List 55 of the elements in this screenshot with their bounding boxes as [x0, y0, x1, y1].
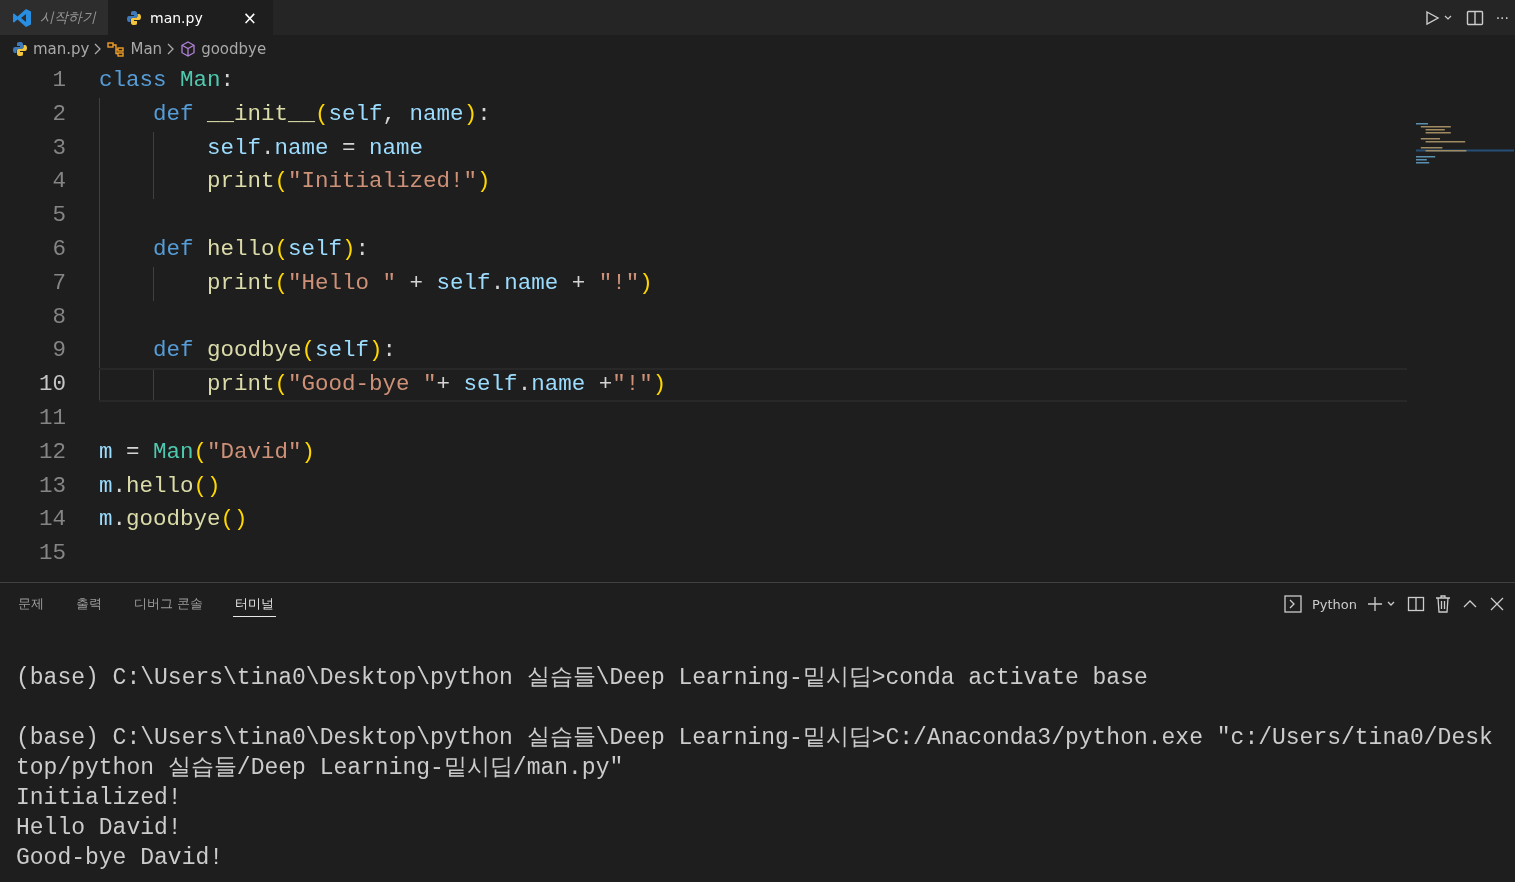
code-line: self.name = name — [207, 133, 424, 163]
breadcrumb-item[interactable]: man.py — [33, 40, 90, 58]
close-icon[interactable] — [1489, 596, 1505, 612]
line-number: 12 — [39, 437, 66, 467]
cube-icon — [180, 41, 197, 57]
line-number: 3 — [52, 133, 66, 163]
line-number: 13 — [39, 471, 66, 501]
panel-tab[interactable]: 문제 — [16, 591, 46, 617]
terminal-name[interactable]: Python — [1311, 596, 1357, 612]
terminal-line: Initialized! — [16, 784, 183, 813]
code-line: class Man: — [99, 66, 235, 95]
panel-tab[interactable]: 디버그 콘솔 — [132, 591, 206, 617]
panel-tab[interactable]: 출력 — [74, 591, 104, 617]
breadcrumb-item[interactable]: Man — [130, 40, 163, 58]
terminal-icon — [1283, 595, 1302, 613]
terminal-line: (base) C:\Users\tina0\Desktop\python 실습들\Deep Learning-밑시딥>conda activate base — [16, 664, 1149, 693]
run-icon[interactable] — [1423, 9, 1454, 26]
python-icon — [126, 9, 142, 26]
line-number: 5 — [52, 201, 66, 231]
line-number: 4 — [52, 167, 66, 197]
split-terminal-icon[interactable] — [1407, 596, 1425, 612]
code-line: print("Initialized!") — [207, 167, 491, 197]
line-number: 14 — [39, 505, 66, 535]
trash-icon[interactable] — [1435, 595, 1451, 613]
code-line: m.hello() — [99, 471, 221, 501]
split-editor-icon[interactable] — [1465, 9, 1484, 26]
more-actions-button[interactable]: ··· — [1495, 9, 1509, 26]
code-line: m.goodbye() — [99, 505, 248, 535]
code-line: def goodbye(self): — [153, 336, 397, 366]
python-icon — [12, 41, 28, 57]
code-editor-logo-icon — [12, 7, 32, 28]
code-line: def hello(self): — [153, 235, 370, 264]
panel-tab[interactable]: 터미널 — [233, 591, 277, 617]
line-number: 7 — [52, 268, 66, 298]
line-number: 2 — [52, 99, 66, 129]
code-line: print("Hello " + self.name + "!") — [207, 268, 653, 298]
terminal-line: (base) C:\Users\tina0\Desktop\python 실습들\Deep Learning-밑시딥>C:/Anaconda3/python.exe "c:/Users/tina0/Desktop/python 실습들/Deep Learning-밑시딥/man.py" — [16, 724, 1494, 783]
line-number: 6 — [52, 235, 66, 264]
editor-tab[interactable]: man.py × — [108, 0, 273, 35]
code-line: m = Man("David") — [99, 437, 316, 467]
line-number: 1 — [52, 66, 66, 95]
line-number: 9 — [52, 336, 66, 366]
terminal-line: Good-bye David! — [16, 844, 225, 873]
line-number: 8 — [52, 302, 66, 332]
terminal-line: Hello David! — [16, 814, 183, 843]
class-icon — [107, 41, 126, 57]
line-number: 10 — [39, 370, 66, 400]
code-line: def __init__(self, name): — [153, 99, 491, 129]
code-line: print("Good-bye "+ self.name +"!") — [207, 370, 667, 400]
add-terminal-icon[interactable] — [1367, 596, 1397, 612]
close-tab-button[interactable]: × — [238, 7, 261, 28]
line-number: 15 — [39, 539, 66, 569]
breadcrumb-item[interactable]: goodbye — [201, 40, 267, 58]
line-number: 11 — [39, 403, 66, 433]
editor-tab[interactable]: 시작하기 — [0, 0, 108, 35]
